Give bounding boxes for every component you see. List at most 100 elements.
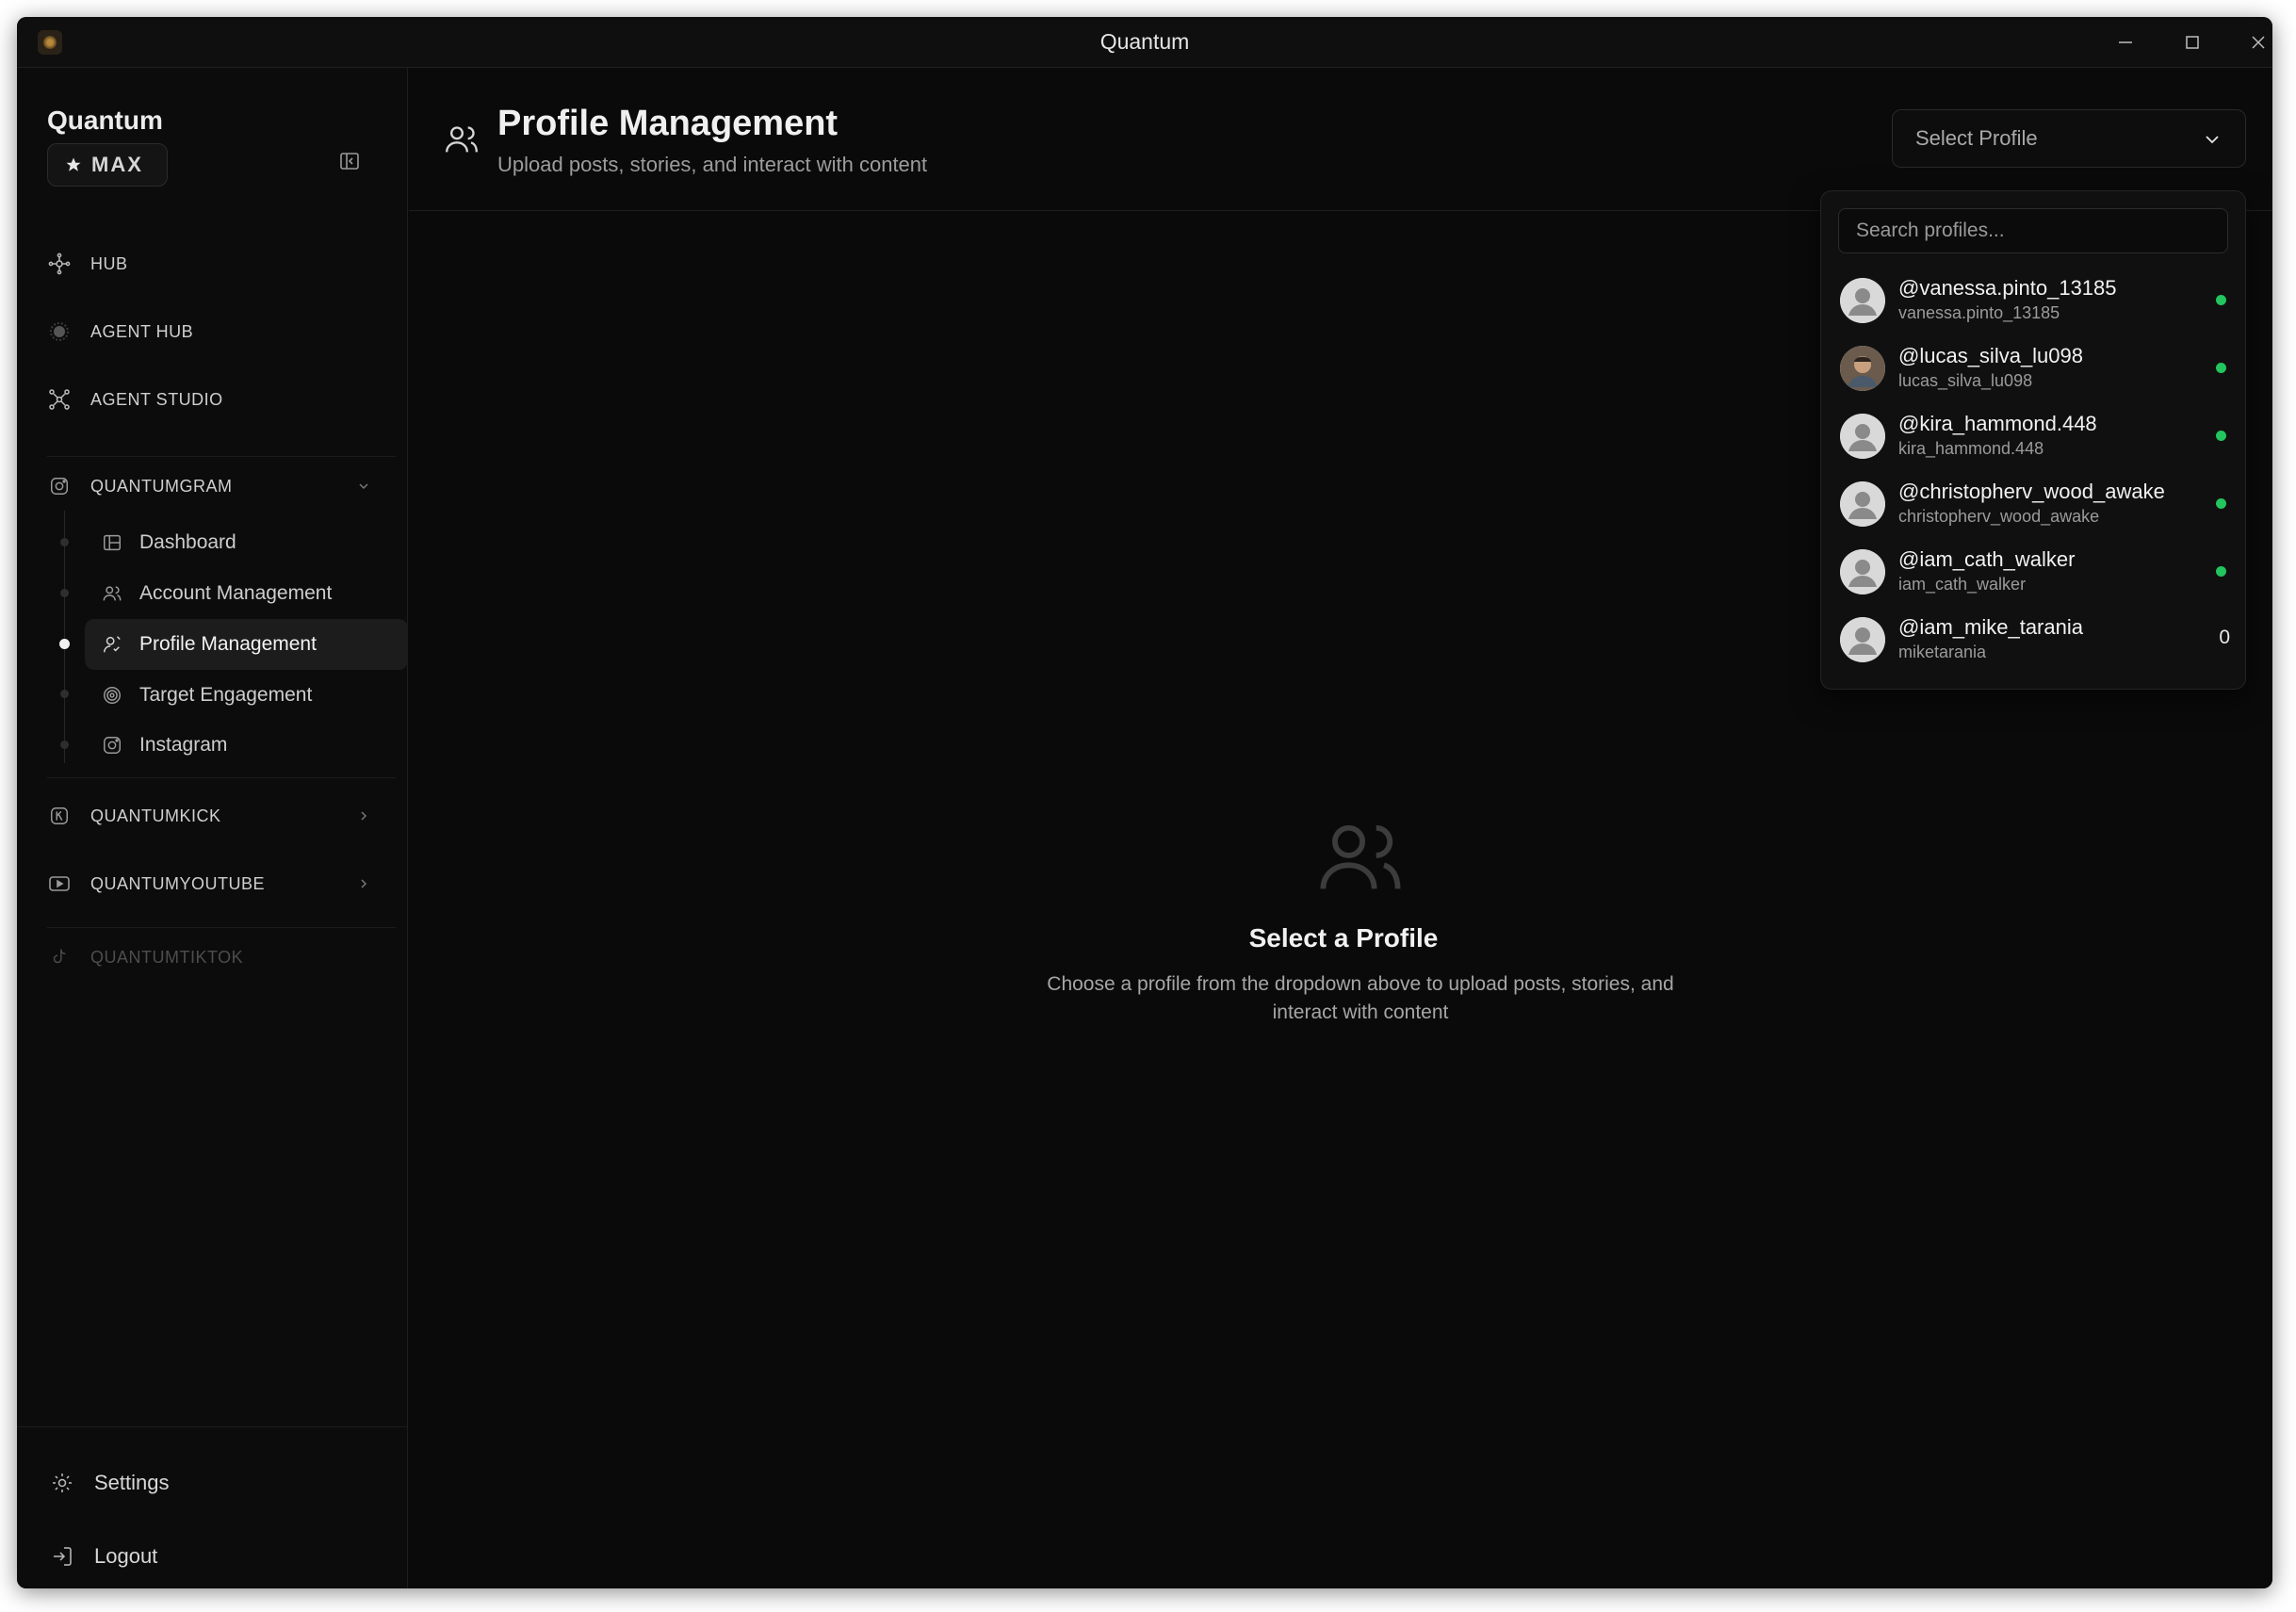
profile-option[interactable]: @iam_mike_tarania miketarania 0 (1829, 606, 2239, 672)
settings-label: Settings (94, 1471, 170, 1494)
sub-item-profile-management-label: Profile Management (139, 633, 317, 655)
gear-icon (53, 1474, 72, 1492)
nav-agent-studio[interactable]: AGENT STUDIO (47, 381, 223, 418)
logout-label: Logout (94, 1544, 158, 1568)
status-online-dot (2216, 431, 2226, 441)
sub-item-instagram[interactable]: Instagram (85, 720, 410, 771)
page-title: Profile Management (497, 104, 839, 143)
tree-dot-active (59, 639, 70, 649)
agent-hub-icon (47, 319, 72, 344)
settings-button[interactable]: Settings (51, 1464, 170, 1502)
empty-state-text: Choose a profile from the dropdown above… (1047, 973, 1674, 1023)
profile-username: christopherv_wood_awake (1898, 507, 2100, 526)
sub-item-account-management-label: Account Management (139, 582, 333, 604)
dashboard-icon (104, 534, 121, 551)
close-button[interactable] (2227, 24, 2272, 60)
sidebar-toggle-icon (340, 153, 359, 170)
profile-option[interactable]: @vanessa.pinto_13185 vanessa.pinto_13185 (1829, 267, 2239, 333)
profile-handle: @vanessa.pinto_13185 (1898, 276, 2117, 300)
sub-item-dashboard[interactable]: Dashboard (85, 517, 410, 568)
status-online-dot (2216, 363, 2226, 373)
instagram-icon (47, 474, 72, 498)
profile-username: miketarania (1898, 643, 1987, 661)
brand-name: Quantum (47, 106, 163, 135)
target-icon (104, 687, 121, 704)
nav-hub-label: HUB (90, 253, 128, 273)
profile-option[interactable]: @kira_hammond.448 kira_hammond.448 (1829, 402, 2239, 468)
sidebar-collapse-button[interactable] (334, 145, 366, 177)
profile-count: 0 (2219, 627, 2230, 648)
tree-dot (60, 690, 69, 698)
sub-item-target-engagement[interactable]: Target Engagement (85, 670, 410, 721)
profile-handle: @christopherv_wood_awake (1898, 480, 2165, 503)
avatar (1840, 278, 1885, 323)
section-quantumgram-label: QUANTUMGRAM (90, 476, 233, 496)
plan-badge: MAX (47, 143, 168, 187)
profile-icon (104, 636, 121, 653)
users-icon (1320, 824, 1401, 889)
status-online-dot (2216, 566, 2226, 577)
sidebar: Quantum MAX HUB AGENT HUB AGENT STUDIO Q… (17, 68, 408, 1588)
section-quantumkick-label: QUANTUMKICK (90, 806, 221, 825)
minimize-button[interactable] (2094, 24, 2157, 60)
chevron-down-icon[interactable] (354, 477, 373, 496)
profile-option[interactable]: @christopherv_wood_awake christopherv_wo… (1829, 470, 2239, 536)
section-quantumyoutube-label: QUANTUMYOUTUBE (90, 873, 266, 893)
profile-select-value: Select Profile (1915, 126, 2038, 150)
users-icon (103, 586, 122, 601)
tree-dot (60, 538, 69, 546)
profile-option[interactable]: @lucas_silva_lu098 lucas_silva_lu098 (1829, 334, 2239, 400)
nav-agent-hub[interactable]: AGENT HUB (47, 313, 193, 350)
sidebar-divider (47, 456, 396, 457)
empty-state-title: Select a Profile (1248, 923, 1439, 953)
chevron-down-icon (2206, 136, 2219, 144)
profile-handle: @iam_cath_walker (1898, 547, 2076, 571)
sub-item-target-engagement-label: Target Engagement (139, 684, 313, 706)
avatar (1840, 346, 1885, 391)
profile-username: vanessa.pinto_13185 (1898, 303, 2060, 322)
youtube-icon (47, 871, 72, 896)
avatar (1840, 617, 1885, 662)
avatar (1840, 549, 1885, 594)
chevron-right-icon[interactable] (354, 874, 373, 893)
sub-item-profile-management[interactable]: Profile Management (85, 619, 408, 670)
status-online-dot (2216, 498, 2226, 509)
search-profiles-input[interactable] (1838, 208, 2228, 253)
profile-username: kira_hammond.448 (1898, 439, 2044, 458)
plan-badge-label: MAX (91, 153, 143, 176)
agent-studio-icon (47, 387, 72, 412)
nav-agent-studio-label: AGENT STUDIO (90, 389, 223, 409)
profile-username: lucas_silva_lu098 (1898, 371, 2033, 390)
title-bar: Quantum (17, 17, 2272, 68)
app-window: Quantum Quantum MAX HUB AGENT HUB AGENT … (17, 17, 2272, 1588)
section-quantumyoutube[interactable]: QUANTUMYOUTUBE (47, 865, 265, 903)
chevron-right-icon[interactable] (354, 806, 373, 825)
kick-icon (47, 804, 72, 828)
nav-hub[interactable]: HUB (47, 245, 128, 283)
logout-button[interactable]: Logout (51, 1538, 157, 1575)
sidebar-bottom-divider (17, 1426, 407, 1427)
sidebar-divider (47, 777, 396, 778)
page-subtitle: Upload posts, stories, and interact with… (497, 153, 928, 176)
window-title: Quantum (1099, 29, 1190, 54)
instagram-icon (104, 737, 121, 754)
nav-agent-hub-label: AGENT HUB (90, 321, 194, 341)
section-quantumtiktok-label: QUANTUMTIKTOK (90, 947, 244, 967)
sidebar-divider (47, 927, 396, 928)
avatar (1840, 481, 1885, 527)
section-quantumkick[interactable]: QUANTUMKICK (47, 797, 221, 835)
sub-item-instagram-label: Instagram (139, 734, 228, 756)
profile-handle: @iam_mike_tarania (1898, 615, 2083, 639)
tiktok-icon (47, 945, 72, 969)
profile-select[interactable]: Select Profile (1892, 109, 2246, 168)
profile-option[interactable]: @iam_cath_walker iam_cath_walker (1829, 538, 2239, 604)
section-quantumtiktok: QUANTUMTIKTOK (47, 938, 243, 976)
tree-line (64, 511, 65, 763)
tree-dot (60, 589, 69, 597)
sub-item-dashboard-label: Dashboard (139, 531, 236, 553)
section-quantumgram[interactable]: QUANTUMGRAM (47, 467, 233, 505)
maximize-button[interactable] (2161, 24, 2223, 60)
sub-item-account-management[interactable]: Account Management (85, 568, 410, 619)
tree-dot (60, 741, 69, 749)
users-icon (443, 121, 480, 158)
